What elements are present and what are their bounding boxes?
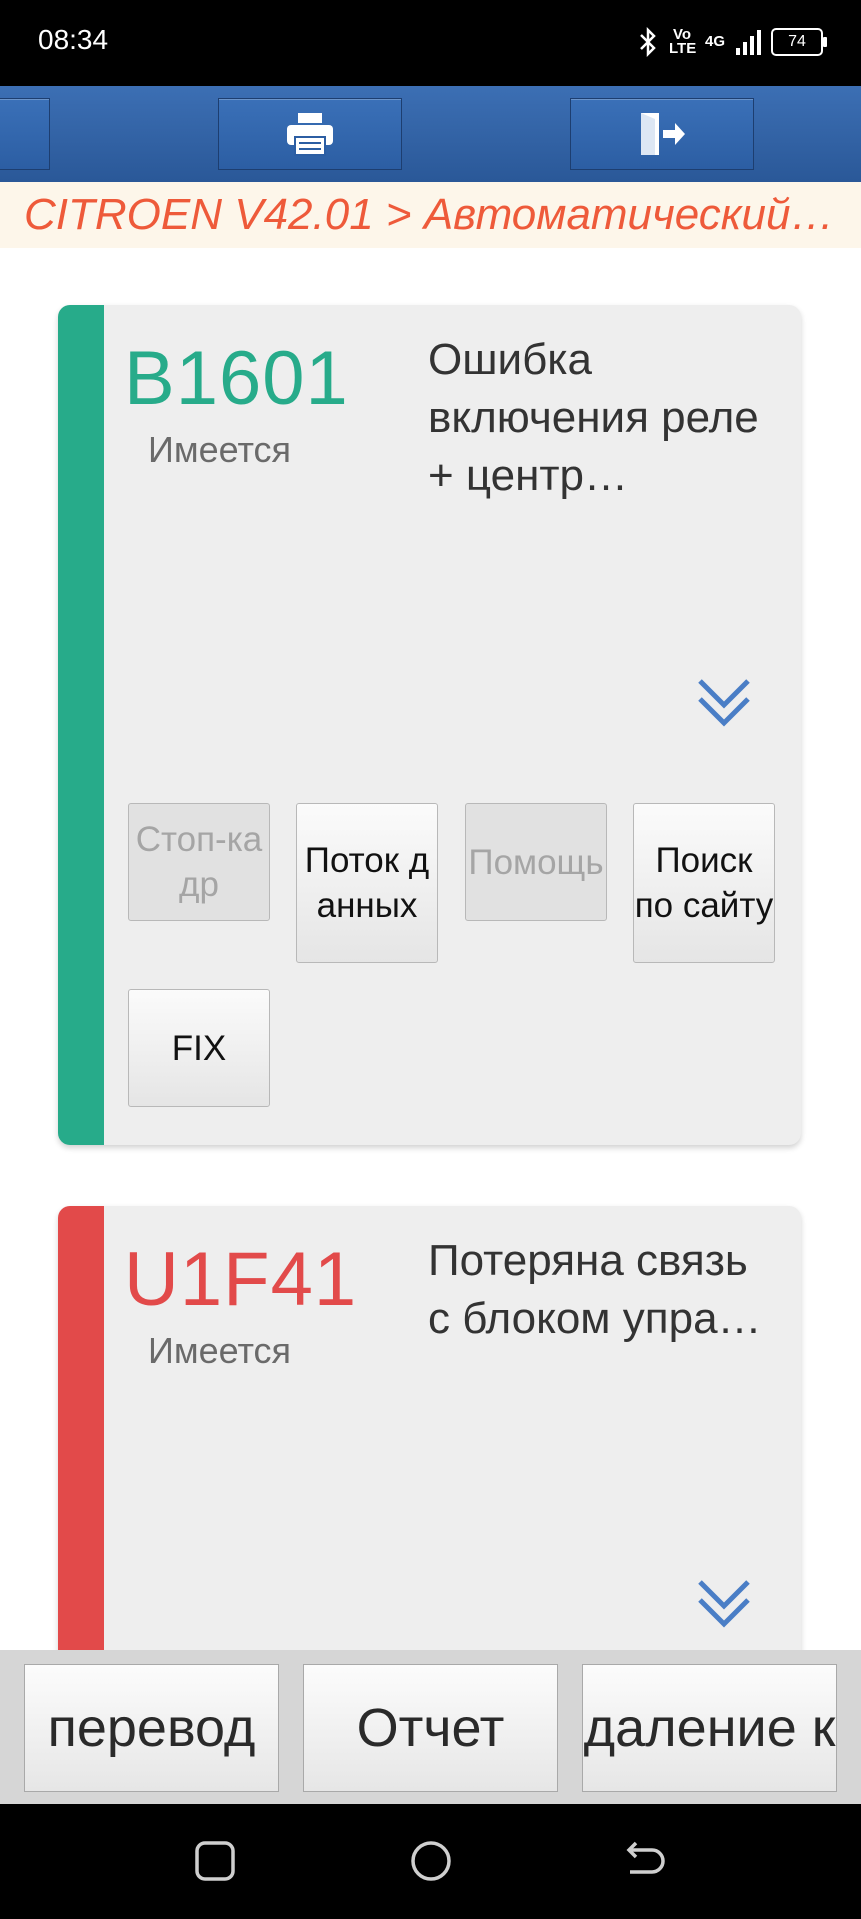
translate-button[interactable]: перевод <box>24 1664 279 1792</box>
home-icon[interactable] <box>408 1838 454 1884</box>
dtc-status: Имеется <box>148 429 292 470</box>
recent-apps-icon[interactable] <box>192 1838 238 1884</box>
help-button[interactable]: Помощь <box>465 803 607 921</box>
bluetooth-icon <box>640 27 656 57</box>
chevron-double-down-icon[interactable] <box>696 1576 752 1632</box>
report-button[interactable]: Отчет <box>303 1664 558 1792</box>
dtc-code: U1F41 <box>124 1237 358 1322</box>
fix-button[interactable]: FIX <box>128 989 270 1107</box>
back-icon[interactable] <box>622 1838 668 1884</box>
network-type: 4G <box>704 33 725 50</box>
dtc-card: U1F41 Имеется Потеряна связь с блоком уп… <box>58 1206 801 1650</box>
exit-icon <box>641 113 685 155</box>
dtc-status: Имеется <box>148 1330 292 1371</box>
navigation-bar <box>0 1804 861 1919</box>
clock: 08:34 <box>38 24 109 55</box>
printer-icon <box>287 113 333 156</box>
clear-codes-button[interactable]: даление к <box>582 1664 837 1792</box>
toolbar <box>0 86 861 182</box>
breadcrumb: CITROEN V42.01 > Автоматический… <box>0 182 861 248</box>
dtc-description: Потеряна связь с блоком упра… <box>428 1236 762 1343</box>
web-search-button[interactable]: Поиск по сайту <box>633 803 775 963</box>
status-bar: 08:34 Vo LTE 4G 74 <box>0 0 861 86</box>
freeze-frame-button[interactable]: Стоп-кадр <box>128 803 270 921</box>
bottom-action-bar: перевод Отчет даление к <box>0 1650 861 1804</box>
dtc-code: B1601 <box>124 336 349 421</box>
chevron-double-down-icon[interactable] <box>696 675 752 731</box>
print-button[interactable] <box>218 98 402 170</box>
exit-button[interactable] <box>570 98 754 170</box>
signal-icon <box>736 30 761 55</box>
dtc-description: Ошибка включения реле + центр… <box>428 335 759 500</box>
severity-stripe <box>58 305 104 1145</box>
data-stream-button[interactable]: Поток данных <box>296 803 438 963</box>
battery-icon: 74 <box>771 28 827 56</box>
menu-button[interactable] <box>0 98 50 170</box>
severity-stripe <box>58 1206 104 1650</box>
volte-icon: Vo LTE <box>668 26 697 57</box>
status-icons: Vo LTE 4G 74 <box>637 22 827 62</box>
dtc-list: B1601 Имеется Ошибка включения реле + це… <box>0 248 861 1650</box>
dtc-card: B1601 Имеется Ошибка включения реле + це… <box>58 305 801 1145</box>
